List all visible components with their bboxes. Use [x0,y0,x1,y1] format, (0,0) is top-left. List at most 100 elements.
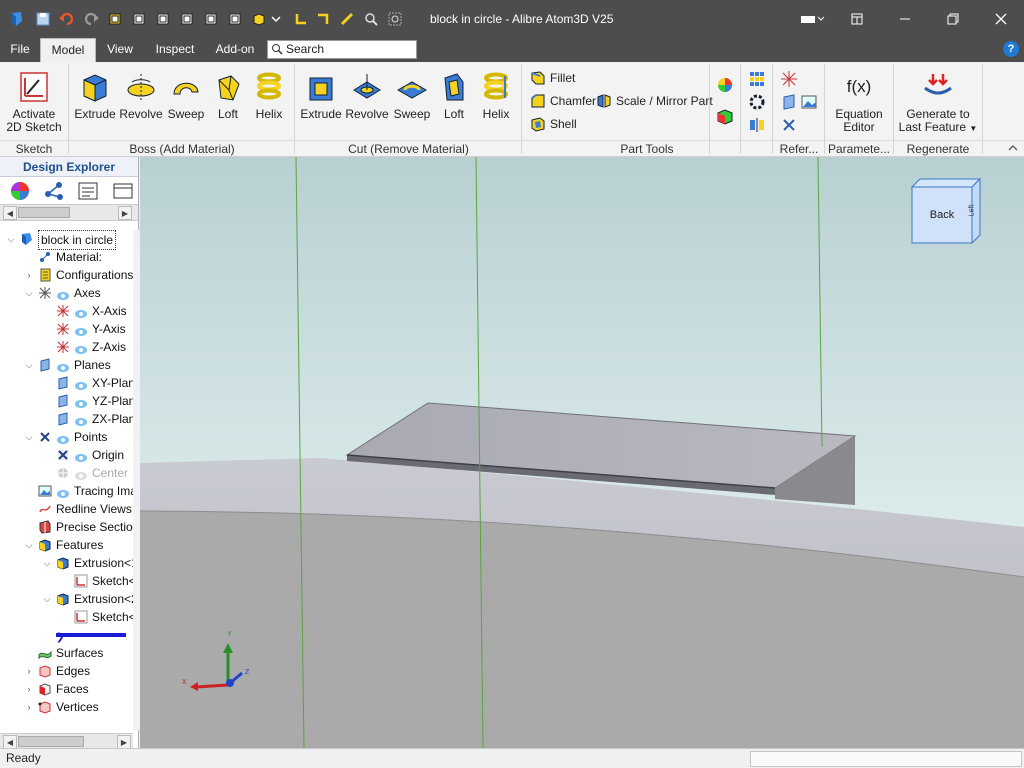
rollback-bar[interactable]: ❯ [0,626,133,644]
material-cube-icon[interactable] [716,108,734,126]
view-bottom-icon[interactable] [226,10,244,28]
tree-item[interactable]: XY-Plane [0,374,133,392]
equation-editor-button[interactable]: f(x) Equation Editor [830,66,888,138]
activate-2d-sketch-button[interactable]: Activate 2D Sketch [4,66,64,138]
collapse-chevron-icon[interactable]: ⌵ [24,356,34,374]
boss-revolve-button[interactable]: Revolve [118,66,164,138]
visibility-eye-icon[interactable] [74,342,88,354]
quick-access-dropdown-icon[interactable] [270,10,282,28]
reference-point-icon[interactable] [780,116,798,134]
view-iso-icon[interactable] [106,10,124,28]
tree-item[interactable]: Center [0,464,133,482]
collapse-chevron-icon[interactable]: ⌵ [24,428,34,446]
tree-item[interactable]: › Edges [0,662,133,680]
tree-item[interactable]: Y-Axis [0,320,133,338]
tree-item[interactable]: ⌵ block in circle [0,230,133,250]
display-mode-dropdown[interactable] [792,0,832,38]
collapse-chevron-icon[interactable]: ⌵ [42,590,52,608]
generate-dropdown-icon[interactable]: ▼ [969,124,977,133]
scroll-left-icon[interactable]: ◀ [3,206,17,220]
generate-to-last-feature-button[interactable]: Generate to Last Feature ▼ [898,66,978,138]
tree-item[interactable]: Precise Section [0,518,133,536]
measure-icon[interactable] [338,10,356,28]
view-top-icon[interactable] [154,10,172,28]
tree-item[interactable]: › Vertices [0,698,133,716]
cut-loft-button[interactable]: Loft [434,66,474,138]
tree-item[interactable]: › Faces [0,680,133,698]
visibility-eye-icon[interactable] [74,378,88,390]
display-tab-icon[interactable] [110,180,134,202]
tree-item[interactable]: Redline Views [0,500,133,518]
reference-plane-icon[interactable] [780,93,798,111]
tree-item[interactable]: ⌵ Planes [0,356,133,374]
properties-tab-icon[interactable] [76,180,100,202]
visibility-eye-icon[interactable] [74,468,88,480]
scale-mirror-part-button[interactable]: Scale / Mirror Part [596,91,713,111]
tree-item[interactable]: Tracing Images [0,482,133,500]
expand-chevron-icon[interactable]: › [24,266,34,284]
view-cube[interactable]: Back Left [910,177,982,245]
visibility-eye-icon[interactable] [74,324,88,336]
tree-item[interactable]: Origin [0,446,133,464]
tree-item[interactable]: ⌵ Axes [0,284,133,302]
boss-helix-button[interactable]: Helix [248,66,290,138]
tree-item[interactable]: Sketch<1> [0,572,133,590]
redo-icon[interactable] [82,10,100,28]
tree-item[interactable]: ⌵ Extrusion<1> [0,554,133,572]
3d-viewport[interactable]: Back Left Y X Z [140,157,1024,748]
save-icon[interactable] [34,10,52,28]
app-logo-icon[interactable] [8,10,26,28]
tracing-image-icon[interactable] [800,93,818,111]
tree-vertical-scrollbar[interactable] [133,230,139,730]
tree-item[interactable]: ⌵ Points [0,428,133,446]
orient-arrow-icon[interactable] [292,10,310,28]
menu-view[interactable]: View [100,38,140,62]
collapse-chevron-icon[interactable]: ⌵ [24,284,34,302]
cut-extrude-button[interactable]: Extrude [298,66,344,138]
menu-add-on[interactable]: Add-on [210,38,260,62]
search-input[interactable]: Search [267,40,417,59]
tree-item[interactable]: Surfaces [0,644,133,662]
pattern-grid-icon[interactable] [748,70,766,88]
reference-axis-icon[interactable] [780,70,798,88]
visibility-eye-icon[interactable] [56,486,70,498]
zoom-window-icon[interactable] [386,10,404,28]
tree-item[interactable]: ⌵ Extrusion<2> [0,590,133,608]
tree-item[interactable]: Z-Axis [0,338,133,356]
boss-extrude-button[interactable]: Extrude [72,66,118,138]
visibility-eye-icon[interactable] [74,306,88,318]
tree-item[interactable]: › Configurations [0,266,134,284]
tree-horizontal-scrollbar[interactable]: ◀ ▶ [0,733,133,749]
cut-sweep-button[interactable]: Sweep [390,66,434,138]
color-wheel-icon[interactable] [716,76,734,94]
tree-item[interactable]: Material: [0,248,133,266]
cut-helix-button[interactable]: Helix [474,66,518,138]
collapse-chevron-icon[interactable]: ⌵ [24,536,34,554]
tree-item[interactable]: Sketch<2> [0,608,133,626]
mirror-icon[interactable] [748,116,766,134]
maximize-button[interactable] [930,0,976,38]
minimize-button[interactable] [882,0,928,38]
boss-loft-button[interactable]: Loft [208,66,248,138]
help-icon[interactable]: ? [1003,41,1019,57]
collapse-chevron-icon[interactable]: ⌵ [42,554,52,572]
scroll-right-icon[interactable]: ▶ [118,206,132,220]
visibility-eye-icon[interactable] [74,414,88,426]
explorer-tab-scrollbar[interactable]: ◀ ▶ [0,205,138,221]
rollback-bar-icon[interactable] [56,633,126,637]
visibility-eye-icon[interactable] [74,450,88,462]
tree-scroll-left-icon[interactable]: ◀ [3,735,17,749]
fillet-button[interactable]: Fillet [530,68,575,88]
zoom-icon[interactable] [362,10,380,28]
view-right-icon[interactable] [178,10,196,28]
orient-arrow-2-icon[interactable] [314,10,332,28]
expand-chevron-icon[interactable]: › [24,698,34,716]
visibility-eye-icon[interactable] [74,396,88,408]
color-tab-icon[interactable] [8,180,32,202]
tree-item[interactable]: ZX-Plane [0,410,133,428]
design-tree-tab-icon[interactable] [42,180,66,202]
menu-file[interactable]: File [4,38,36,62]
tree-item[interactable]: X-Axis [0,302,133,320]
tree-scroll-right-icon[interactable]: ▶ [117,735,131,749]
circular-pattern-icon[interactable] [748,93,766,111]
